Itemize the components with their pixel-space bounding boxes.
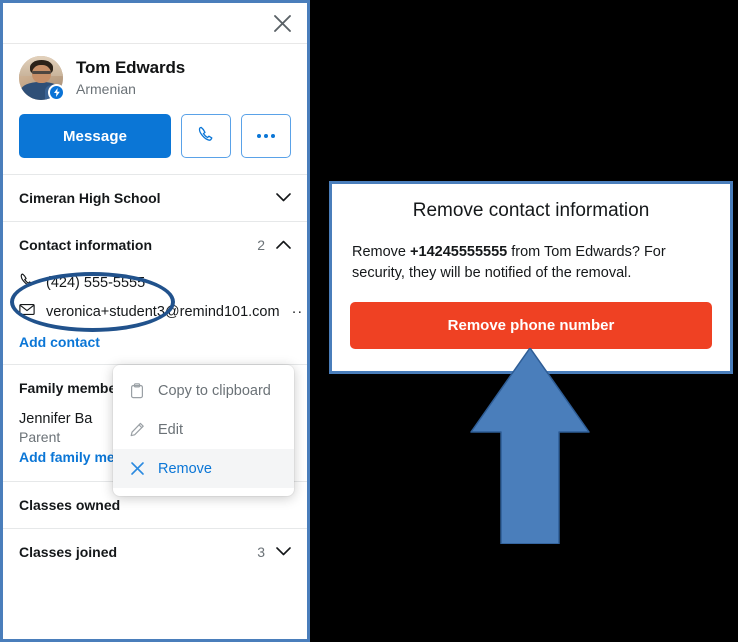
profile-panel: Tom Edwards Armenian Message Cimeran Hig… <box>0 0 310 642</box>
profile-name: Tom Edwards <box>76 58 186 78</box>
contact-context-menu: Copy to clipboard Edit Remove <box>113 365 294 496</box>
envelope-icon <box>19 303 35 321</box>
phone-icon <box>19 272 35 293</box>
chevron-down-icon <box>276 543 291 561</box>
contact-email-value: veronica+student3@remind101.com <box>46 303 280 320</box>
add-contact-link[interactable]: Add contact <box>19 334 100 350</box>
contact-row-email[interactable]: veronica+student3@remind101.com ·· <box>19 297 302 326</box>
section-classes-joined-title: Classes joined <box>19 544 118 560</box>
section-contact-header[interactable]: Contact information 2 <box>19 222 291 268</box>
message-button[interactable]: Message <box>19 114 171 158</box>
call-button[interactable] <box>181 114 231 158</box>
section-classes-joined-header[interactable]: Classes joined 3 <box>19 529 291 575</box>
upward-pointing-arrow <box>470 348 590 544</box>
section-school: Cimeran High School <box>3 174 307 221</box>
chevron-down-icon <box>276 189 291 207</box>
profile-actions: Message <box>3 100 307 174</box>
section-contact-count: 2 <box>257 237 265 253</box>
modal-body-prefix: Remove <box>352 244 411 260</box>
section-classes-joined-count: 3 <box>257 544 265 560</box>
section-contact-information: Contact information 2 (424) 555-5555 ver… <box>3 221 307 364</box>
menu-item-copy-to-clipboard[interactable]: Copy to clipboard <box>113 371 294 410</box>
menu-item-edit[interactable]: Edit <box>113 410 294 449</box>
section-classes-joined: Classes joined 3 <box>3 528 307 575</box>
lightning-badge-icon <box>48 84 65 101</box>
clipboard-icon <box>129 382 145 399</box>
modal-title: Remove contact information <box>412 200 650 221</box>
remove-contact-modal: Remove contact information Remove +14245… <box>329 181 733 374</box>
menu-item-label: Edit <box>158 421 183 438</box>
avatar <box>19 56 65 101</box>
contact-email-overflow-icon[interactable]: ·· <box>292 304 304 320</box>
modal-body: Remove +14245555555 from Tom Edwards? Fo… <box>332 222 730 284</box>
pencil-icon <box>129 422 145 437</box>
more-horizontal-icon <box>257 134 275 138</box>
contact-phone-value: (424) 555-5555 <box>46 274 146 291</box>
phone-icon <box>197 125 215 148</box>
chevron-up-icon <box>276 236 291 254</box>
section-contact-title: Contact information <box>19 237 152 253</box>
x-icon <box>129 461 145 476</box>
contact-row-phone[interactable]: (424) 555-5555 <box>19 268 291 297</box>
section-classes-owned-title: Classes owned <box>19 497 121 513</box>
menu-item-remove[interactable]: Remove <box>113 449 294 488</box>
close-icon[interactable] <box>267 8 297 38</box>
profile-identity: Tom Edwards Armenian <box>3 44 307 101</box>
modal-body-phone: +14245555555 <box>410 244 508 260</box>
more-options-button[interactable] <box>241 114 291 158</box>
section-school-title: Cimeran High School <box>19 190 161 206</box>
section-school-header[interactable]: Cimeran High School <box>19 175 291 221</box>
panel-header <box>3 3 307 44</box>
profile-subtitle: Armenian <box>76 80 136 97</box>
menu-item-label: Remove <box>158 460 212 477</box>
remove-phone-number-button[interactable]: Remove phone number <box>350 302 712 350</box>
menu-item-label: Copy to clipboard <box>158 382 271 399</box>
